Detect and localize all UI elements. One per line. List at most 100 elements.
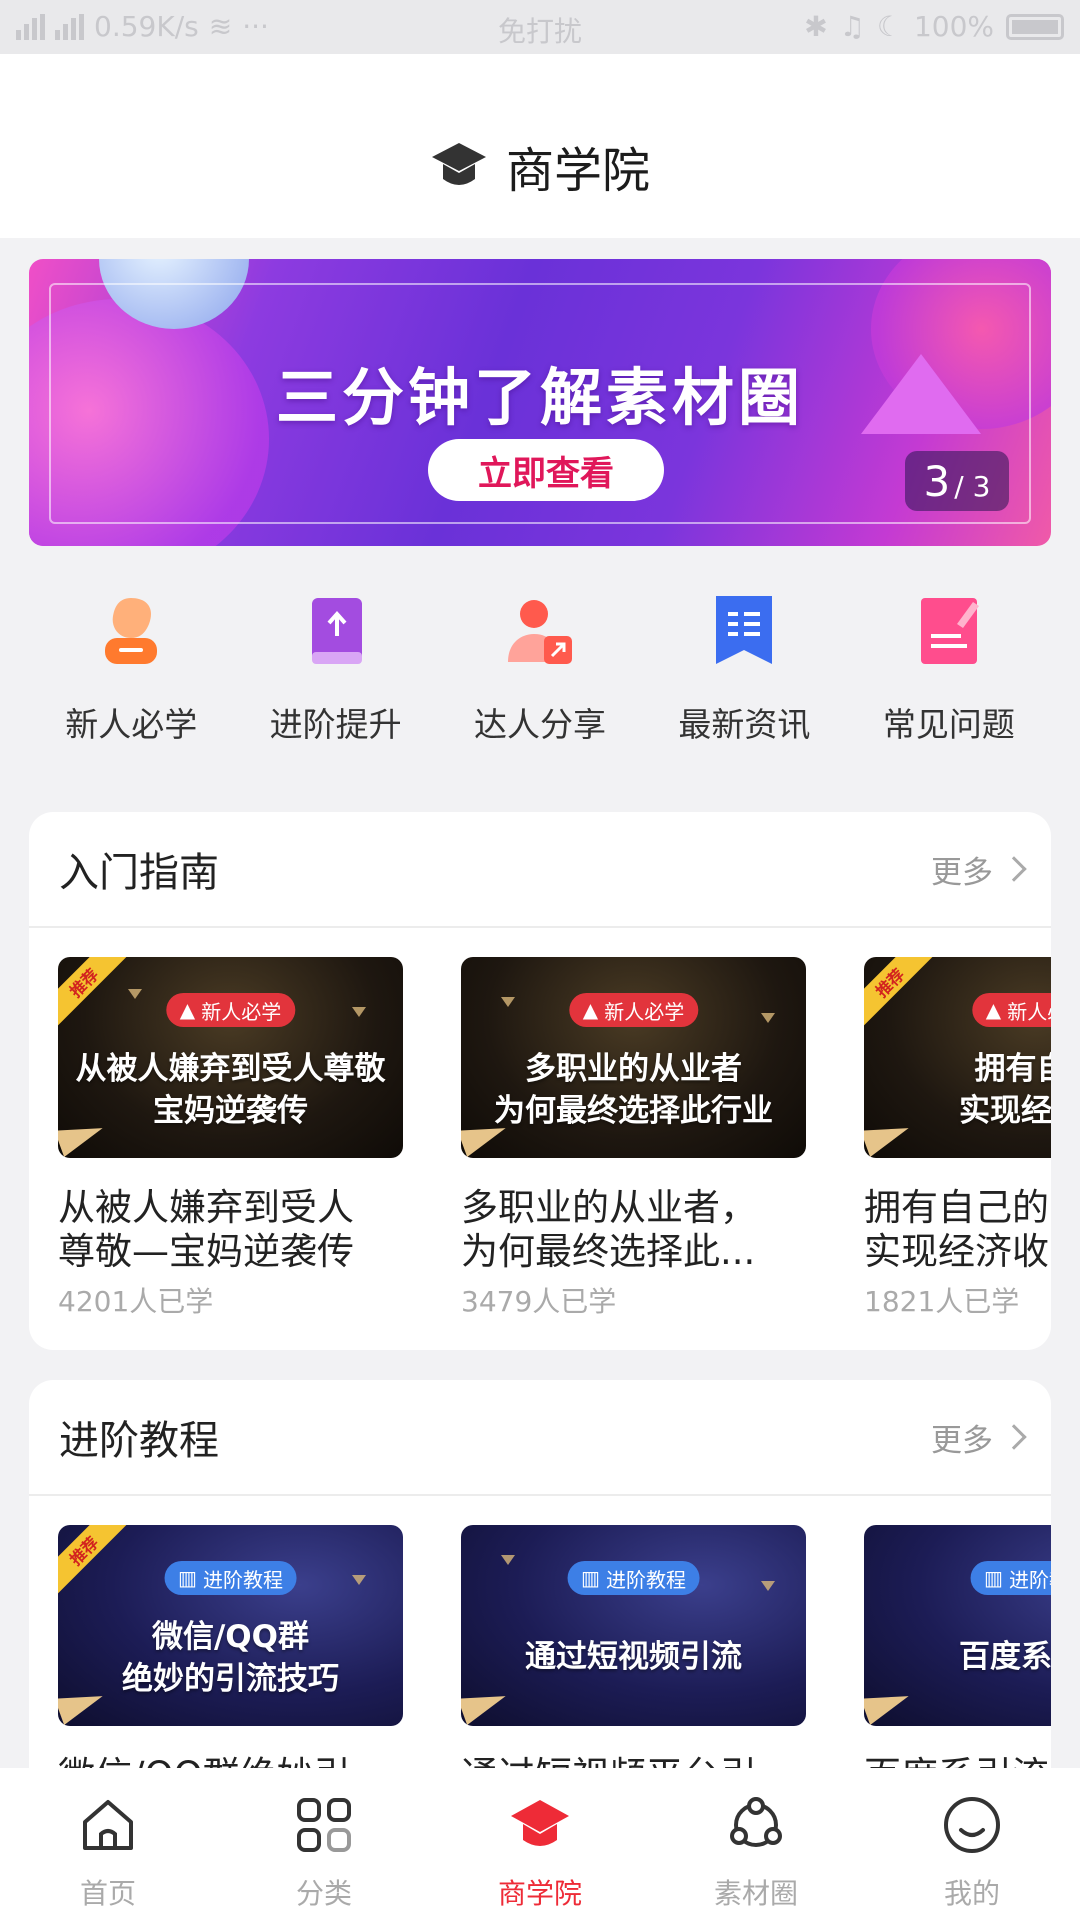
more-label: 更多 [931,1422,993,1459]
section-header: 入门指南 更多 [29,812,1051,928]
graduation-cap-icon: ▲ [582,998,599,1022]
more-link[interactable]: 更多 [931,1415,1027,1460]
course-tag-label: 新人必学 [1007,999,1051,1024]
course-tag: ▥进阶教程 [164,1561,297,1595]
grid-icon [297,1798,351,1852]
moon-icon: ☾ [876,10,902,43]
course-tag: ▥进阶教程 [567,1561,700,1595]
course-tag: ▥进阶教程 [970,1561,1051,1595]
thumbnail-line-2: 绝妙的引流技巧 [122,1661,339,1697]
decoration-triangle [501,1555,515,1565]
promo-banner[interactable]: 三分钟了解素材圈 立即查看 3 / 3 [29,259,1051,546]
course-thumbnail: 推荐 ▲新人必学 拥有自己 实现经济收 [864,957,1051,1158]
learner-count: 1821人已学 [864,1285,1020,1318]
graduation-cap-icon [431,143,486,185]
course-tag-label: 进阶教程 [202,1567,283,1592]
tab-label: 商学院 [497,1877,582,1910]
thumbnail-line-1: 百度系引流 [959,1639,1051,1675]
tab-category[interactable]: 分类 [216,1768,432,1920]
circle-nodes-icon [730,1797,782,1847]
thumbnail-line-2: 宝妈逆袭传 [153,1093,308,1129]
quick-nav-label: 新人必学 [65,705,198,744]
thumbnail-line-1: 拥有自己 [974,1051,1052,1087]
learner-count: 3479人已学 [461,1285,617,1318]
section-title: 进阶教程 [59,1418,219,1464]
course-card[interactable]: ▲ 新人必学 多职业的从业者 为何最终选择此行业 多职业的从业者， 为何最终选择此… [461,957,806,1320]
course-card[interactable]: ▥进阶教程 通过短视频引流 通过短视频平台引 [461,1525,806,1800]
view-now-button[interactable]: 立即查看 [428,439,664,501]
course-card[interactable]: 推荐 ▥进阶教程 微信/QQ群 绝妙的引流技巧 微信/QQ群绝妙引 [58,1525,403,1800]
book-arrow-icon [311,598,362,664]
course-card[interactable]: 推荐 ▲ 新人必学 从被人嫌弃到受人尊敬 宝妈逆袭传 从被人嫌弃到受人 尊敬—宝妈… [58,957,403,1320]
quick-nav-label: 进阶提升 [269,705,402,744]
course-tag-label: 进阶教程 [1008,1567,1051,1592]
course-thumbnail: 推荐 ▥ 进阶教程 微信/QQ群 绝妙的引流技巧 [58,1525,403,1726]
recommend-ribbon: 推荐 [58,1525,132,1599]
chevron-right-icon [1001,1424,1027,1450]
quick-nav-newbie[interactable]: 新人必学 [29,590,233,760]
paper-plane-icon [461,1682,511,1726]
pager-total: / 3 [954,470,991,503]
course-thumbnail: ▥进阶教程 百度系引流 [864,1525,1051,1726]
newbie-icon [105,598,158,664]
tab-mine[interactable]: 我的 [864,1768,1080,1920]
thumbnail-line-1: 从被人嫌弃到受人尊敬 [75,1051,386,1087]
quick-nav: 新人必学 进阶提升 达人分享 最新资讯 常见问题 [29,590,1051,760]
quick-nav-label: 常见问题 [882,705,1015,744]
course-tag-label: 新人必学 [604,999,685,1024]
title-bar: 商学院 [0,54,1080,238]
recommend-ribbon: 推荐 [864,957,938,1031]
page-title: 商学院 [505,143,650,199]
course-card[interactable]: ▥进阶教程 百度系引流 百度系引流 [864,1525,1051,1800]
paper-plane-icon [864,1682,914,1726]
thumbnail-line-1: 多职业的从业者 [525,1051,742,1087]
tab-home[interactable]: 首页 [0,1768,216,1920]
bell-off-icon: ♫ [839,10,865,43]
course-thumbnail: 推荐 ▲ 新人必学 从被人嫌弃到受人尊敬 宝妈逆袭传 [58,957,403,1158]
more-link[interactable]: 更多 [931,847,1027,892]
book-icon: ▥ [984,1566,1003,1590]
banner-headline: 三分钟了解素材圈 [275,361,804,434]
home-icon [83,1800,133,1850]
decoration-triangle [501,997,515,1007]
course-thumbnail: ▲ 新人必学 多职业的从业者 为何最终选择此行业 [461,957,806,1158]
section-header: 进阶教程 更多 [29,1380,1051,1496]
course-thumbnail: ▥ 进阶教程 通过短视频引流 [461,1525,806,1726]
decoration-triangle [128,989,142,999]
smile-face-icon [944,1797,1000,1853]
quick-nav-label: 最新资讯 [678,705,811,744]
graduation-cap-icon [511,1800,569,1846]
chevron-right-icon [1001,856,1027,882]
course-title: 从被人嫌弃到受人 尊敬—宝妈逆袭传 [58,1186,354,1273]
tab-label: 我的 [943,1877,1000,1910]
tab-material-circle[interactable]: 素材圈 [648,1768,864,1920]
quick-nav-news[interactable]: 最新资讯 [642,590,846,760]
pager-current: 3 [923,457,951,506]
quick-nav-advanced[interactable]: 进阶提升 [233,590,437,760]
book-icon: ▥ [581,1566,600,1590]
thumbnail-line-2: 为何最终选择此行业 [494,1093,773,1129]
course-tag: ▲新人必学 [568,993,699,1027]
section-advanced-tutorials: 进阶教程 更多 推荐 ▥进阶教程 微信/QQ群 绝妙的引流技巧 微信/QQ群绝妙… [29,1380,1051,1800]
tab-business-school[interactable]: 商学院 [432,1768,648,1920]
quick-nav-faq[interactable]: 常见问题 [847,590,1051,760]
battery-icon [1006,13,1064,40]
news-bookmark-icon [716,596,773,664]
tab-label: 分类 [295,1877,352,1910]
course-tag: ▲新人必学 [971,993,1051,1027]
course-list: 推荐 ▲ 新人必学 从被人嫌弃到受人尊敬 宝妈逆袭传 从被人嫌弃到受人 尊敬—宝妈… [58,957,1051,1320]
user-share-icon [508,600,573,664]
course-tag-label: 新人必学 [201,999,282,1024]
learner-count: 4201人已学 [58,1285,214,1318]
thumbnail-line-1: 微信/QQ群 [151,1619,310,1655]
quick-nav-label: 达人分享 [474,705,607,744]
decoration-triangle [352,1575,366,1585]
section-title: 入门指南 [59,850,219,896]
bottom-tab-bar: 首页 分类 商学院 素材圈 我的 [0,1768,1080,1920]
thumbnail-line-1: 通过短视频引流 [525,1639,742,1675]
bluetooth-icon: ✱ [804,10,828,43]
course-card[interactable]: 推荐 ▲新人必学 拥有自己 实现经济收 拥有自己的 实现经济收 1821人已学 [864,957,1051,1320]
course-tag: ▲新人必学 [165,993,296,1027]
book-icon: ▥ [178,1566,197,1590]
quick-nav-expert-share[interactable]: 达人分享 [438,590,642,760]
